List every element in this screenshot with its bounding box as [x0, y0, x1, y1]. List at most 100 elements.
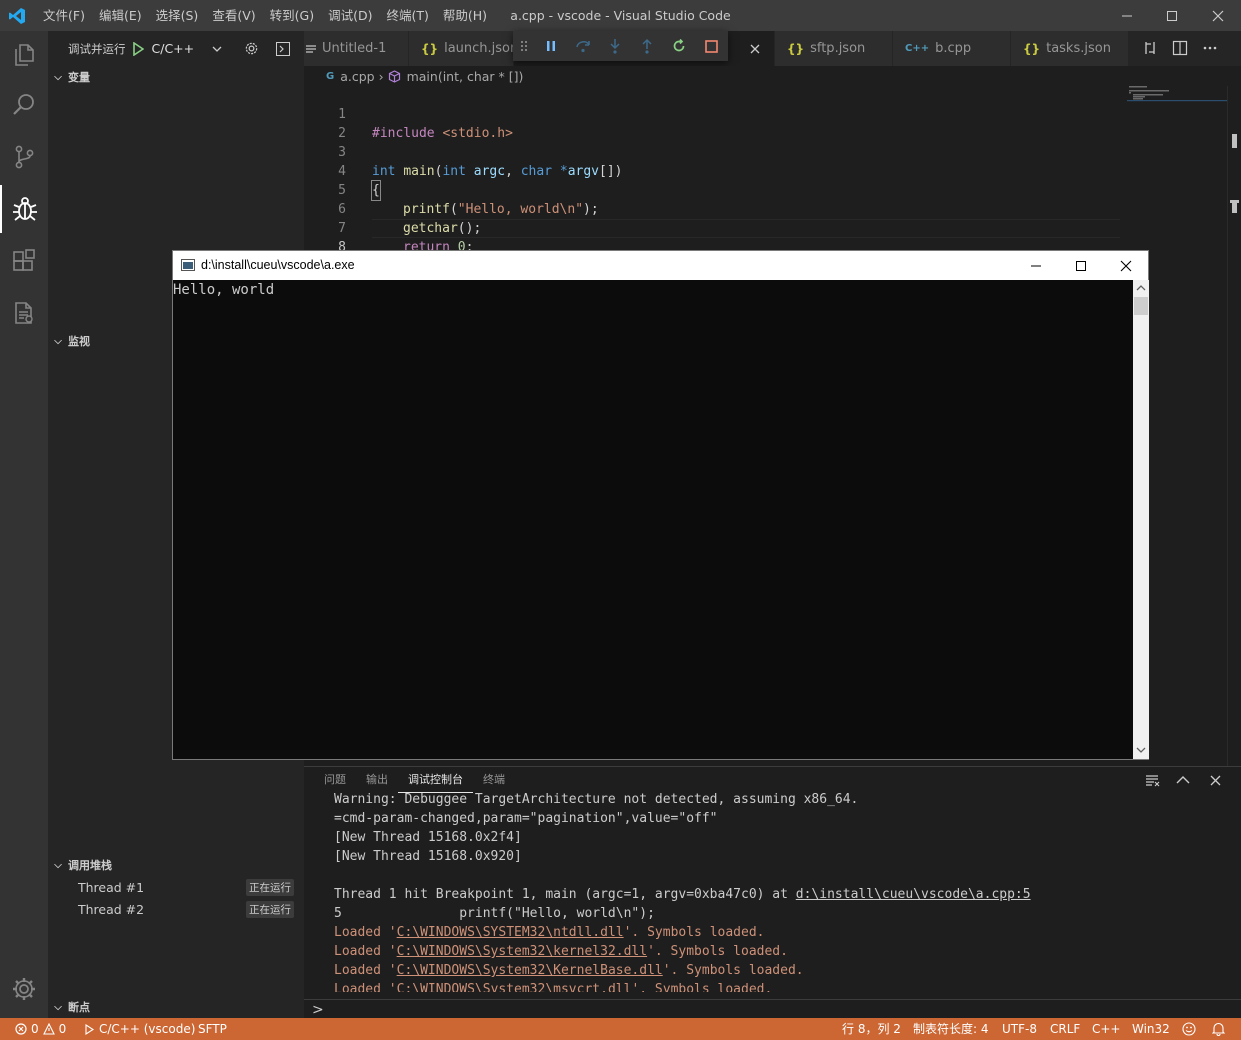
notifications-button[interactable]: [1211, 1022, 1226, 1036]
scroll-marker: [1232, 134, 1237, 148]
menu-file[interactable]: 文件(F): [36, 0, 92, 31]
menu-view[interactable]: 查看(V): [205, 0, 262, 31]
close-panel-button[interactable]: [1205, 770, 1225, 790]
tab-size[interactable]: 制表符长度: 4: [913, 1018, 989, 1040]
minimize-button[interactable]: [1104, 0, 1150, 31]
tab-problems[interactable]: 问题: [314, 767, 356, 793]
encoding[interactable]: UTF-8: [1002, 1018, 1037, 1040]
feedback-button[interactable]: [1182, 1022, 1196, 1036]
terminal-icon[interactable]: [276, 41, 291, 56]
scroll-thumb[interactable]: [1134, 297, 1148, 315]
step-into-button[interactable]: [599, 31, 631, 61]
close-tab-icon[interactable]: [750, 44, 760, 54]
console-close-button[interactable]: [1103, 251, 1149, 280]
maximize-button[interactable]: [1149, 0, 1195, 31]
menu-selection[interactable]: 选择(S): [149, 0, 206, 31]
cursor-position[interactable]: 行 8，列 2: [842, 1018, 901, 1040]
problems-status[interactable]: 0 0: [15, 1018, 66, 1040]
search-button[interactable]: [0, 81, 48, 129]
console-text: '. Symbols loaded.: [647, 944, 788, 959]
console-text: Loaded ': [334, 963, 397, 978]
close-window-button[interactable]: [1195, 0, 1241, 31]
dll-link[interactable]: C:\WINDOWS\System32\msvcrt.dll: [397, 982, 632, 992]
more-actions-icon[interactable]: [1202, 40, 1218, 56]
chevron-down-icon: ⌵: [54, 1001, 62, 1013]
thread-item[interactable]: Thread #2 正在运行: [48, 898, 304, 920]
clear-console-button[interactable]: [1142, 770, 1162, 790]
pause-button[interactable]: [535, 31, 567, 61]
breadcrumb-file[interactable]: a.cpp: [340, 69, 374, 84]
console-maximize-button[interactable]: [1058, 251, 1104, 280]
dll-link[interactable]: C:\WINDOWS\System32\KernelBase.dll: [397, 963, 663, 978]
console-title-bar[interactable]: d:\install\cueu\vscode\a.exe: [173, 251, 1148, 280]
minimap[interactable]: [1127, 86, 1227, 116]
code-token: int: [372, 164, 396, 179]
status-bar: 0 0 C/C++ (vscode) SFTP 行 8，列 2 制表符长度: 4…: [0, 1018, 1241, 1040]
language-mode[interactable]: C++: [1092, 1018, 1121, 1040]
console-input[interactable]: >: [304, 999, 1241, 1019]
debug-console-output[interactable]: Warning: Debuggee TargetArchitecture not…: [334, 792, 1234, 992]
source-control-button[interactable]: [0, 133, 48, 181]
menu-debug[interactable]: 调试(D): [321, 0, 379, 31]
tab-untitled-1[interactable]: Untitled-1: [304, 31, 409, 66]
scroll-up-icon[interactable]: [1136, 284, 1146, 292]
callstack-section-header[interactable]: ⌵ 调用堆栈: [48, 854, 304, 876]
code-editor[interactable]: 1 #include <stdio.h> 2 3 int main(int ar…: [304, 86, 1241, 277]
thread-status-badge: 正在运行: [246, 878, 294, 896]
console-output[interactable]: Hello, world: [173, 280, 1133, 759]
debug-button[interactable]: [0, 185, 48, 233]
chevron-down-icon[interactable]: [212, 45, 222, 53]
tab-sftp-json[interactable]: {} sftp.json: [775, 31, 893, 66]
menu-help[interactable]: 帮助(H): [436, 0, 494, 31]
platform[interactable]: Win32: [1132, 1018, 1170, 1040]
code-token: #include: [372, 126, 435, 141]
maximize-panel-button[interactable]: [1173, 770, 1193, 790]
files-icon: [15, 44, 34, 66]
tab-tasks-json[interactable]: {} tasks.json: [1011, 31, 1129, 66]
drag-handle[interactable]: [513, 31, 535, 61]
close-icon: [1210, 775, 1220, 785]
debug-status[interactable]: C/C++ (vscode): [85, 1018, 195, 1040]
editor-scrollbar[interactable]: [1227, 86, 1241, 766]
menu-edit[interactable]: 编辑(E): [92, 0, 149, 31]
tab-b-cpp[interactable]: C++ b.cpp: [893, 31, 1011, 66]
bottom-panel: 问题 输出 调试控制台 终端 Warning: Debuggee TargetA…: [304, 766, 1241, 1018]
extensions-button[interactable]: [0, 237, 48, 285]
restart-button[interactable]: [663, 31, 695, 61]
breadcrumb-symbol[interactable]: main(int, char * []): [407, 69, 524, 84]
remote-explorer-button[interactable]: [0, 289, 48, 337]
thread-item[interactable]: Thread #1 正在运行: [48, 876, 304, 898]
breakpoints-section-header[interactable]: ⌵ 断点: [48, 996, 304, 1018]
split-editor-icon[interactable]: [1172, 40, 1188, 56]
stop-button[interactable]: [695, 31, 727, 61]
sftp-status[interactable]: SFTP: [198, 1018, 227, 1040]
step-over-button[interactable]: [567, 31, 599, 61]
console-minimize-button[interactable]: [1013, 251, 1059, 280]
source-link[interactable]: d:\install\cueu\vscode\a.cpp:5: [796, 887, 1031, 902]
start-debugging-button[interactable]: [132, 41, 144, 56]
pause-icon: [547, 41, 555, 51]
line-ending[interactable]: CRLF: [1050, 1018, 1080, 1040]
scroll-down-icon[interactable]: [1136, 746, 1146, 754]
step-out-button[interactable]: [631, 31, 663, 61]
dll-link[interactable]: C:\WINDOWS\System32\kernel32.dll: [397, 944, 647, 959]
tab-launch-json[interactable]: {} launch.json: [409, 31, 518, 66]
vscode-logo-icon: [9, 8, 25, 24]
dll-link[interactable]: C:\WINDOWS\SYSTEM32\ntdll.dll: [397, 925, 624, 940]
tab-output[interactable]: 输出: [356, 767, 398, 793]
menu-terminal[interactable]: 终端(T): [379, 0, 435, 31]
console-text: '. Symbols loaded.: [631, 982, 773, 992]
variables-section-header[interactable]: ⌵ 变量: [48, 66, 304, 88]
tab-terminal[interactable]: 终端: [473, 767, 515, 793]
manage-button[interactable]: [0, 965, 48, 1013]
smiley-icon: [1182, 1022, 1196, 1036]
compare-icon[interactable]: [1142, 40, 1158, 56]
debug-config-select[interactable]: C/C++: [152, 41, 195, 56]
explorer-button[interactable]: [0, 31, 48, 79]
tab-debug-console[interactable]: 调试控制台: [398, 767, 473, 793]
console-scrollbar[interactable]: [1133, 280, 1149, 759]
prompt-chevron: >: [312, 1002, 324, 1018]
menu-go[interactable]: 转到(G): [263, 0, 321, 31]
gear-icon[interactable]: [244, 41, 259, 56]
clear-all-icon: [1146, 775, 1160, 787]
